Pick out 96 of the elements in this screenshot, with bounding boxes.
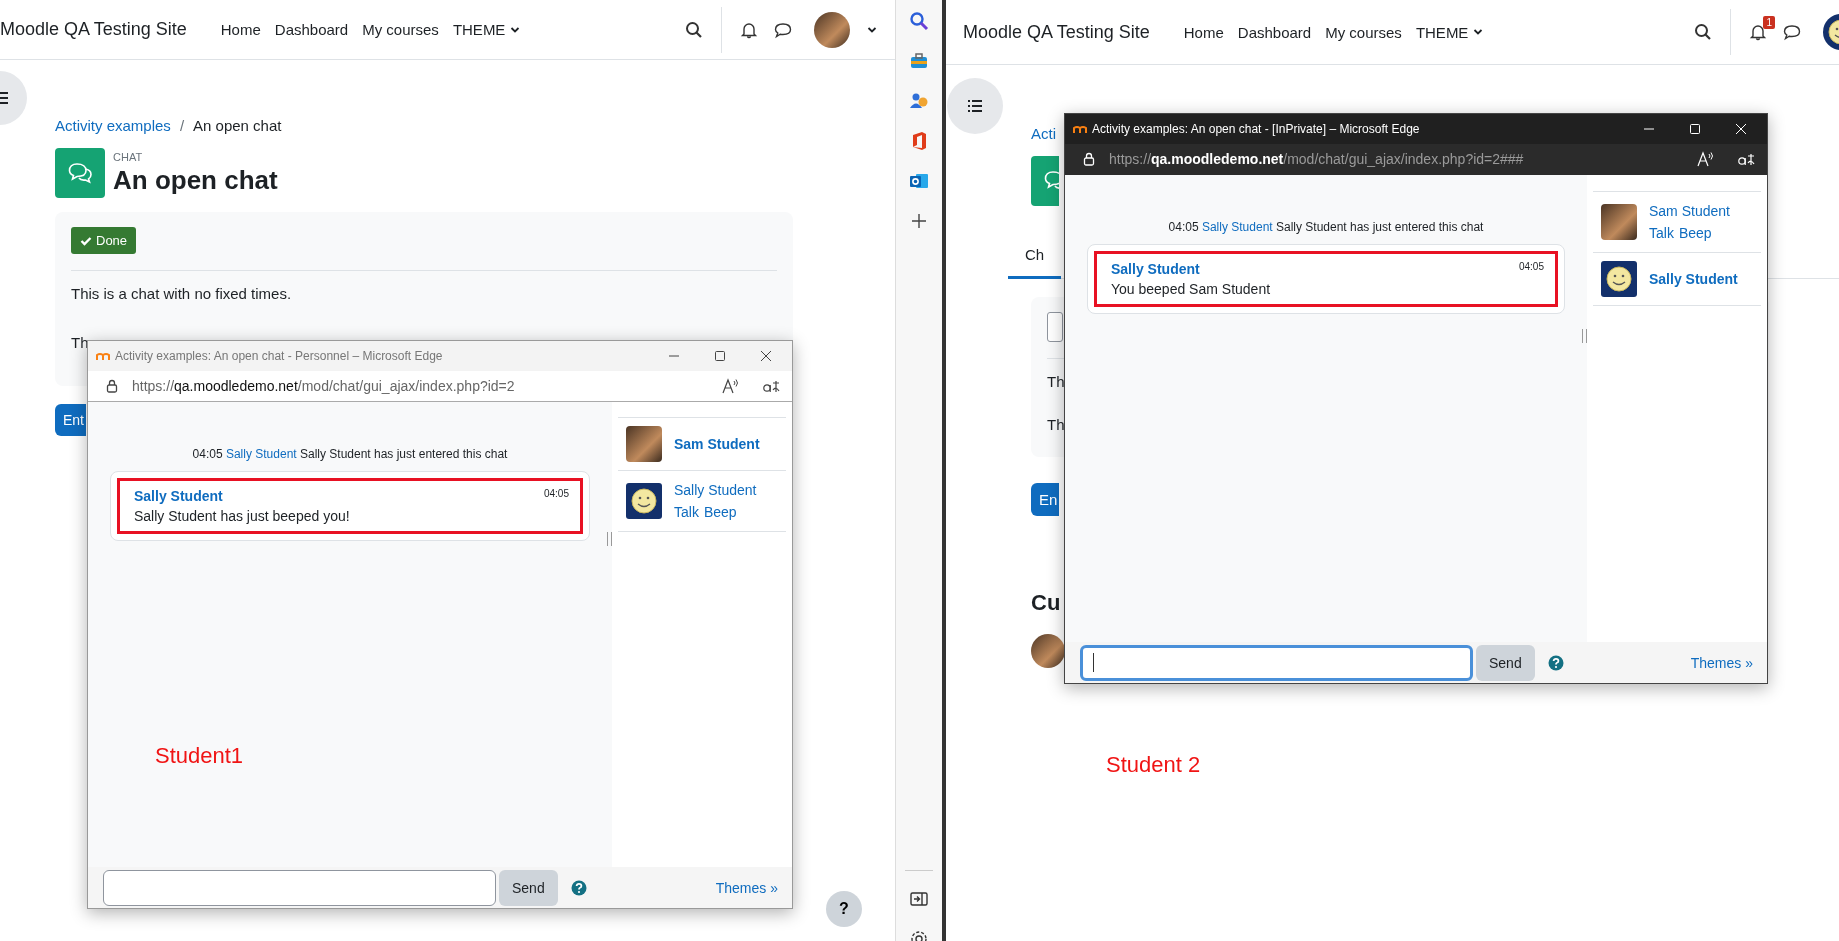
breadcrumb-current: An open chat	[193, 117, 282, 134]
window-title: Activity examples: An open chat - Personnel – Microsoft Edge	[115, 349, 443, 363]
user-action-link[interactable]: Beep	[703, 501, 737, 523]
mail-icon[interactable]	[909, 171, 929, 191]
search-icon[interactable]	[1694, 23, 1712, 41]
message-time: 04:05	[1518, 261, 1544, 272]
lock-icon	[106, 379, 118, 393]
caret-icon	[867, 25, 877, 34]
list-icon	[967, 99, 983, 113]
themes-link[interactable]: Themes »	[715, 879, 778, 896]
maximize-icon[interactable]	[714, 350, 726, 362]
smiley-avatar-icon	[1601, 261, 1637, 297]
translate-icon[interactable]	[762, 378, 780, 394]
nav-link[interactable]: My courses	[362, 21, 439, 38]
section-heading: Cu	[1031, 590, 1062, 616]
close-icon[interactable]	[760, 350, 772, 362]
message-time: 04:05	[543, 488, 569, 499]
chat-tab[interactable]: Ch	[1008, 238, 1062, 279]
nav-link[interactable]: My courses	[1325, 23, 1402, 41]
breadcrumb-link[interactable]: Acti	[1031, 125, 1056, 142]
page-title: An open chat	[113, 165, 278, 196]
description-text: This is a chat with no fixed times.	[71, 285, 293, 302]
read-aloud-icon[interactable]	[1697, 151, 1715, 167]
caret-icon	[510, 25, 521, 34]
search-icon[interactable]	[909, 11, 929, 31]
help-icon[interactable]	[570, 879, 587, 896]
done-button[interactable]: Done	[71, 227, 137, 254]
select-field[interactable]	[1047, 312, 1063, 342]
system-message: 04:05 Sally Student Sally Student has just entered this chat	[1167, 220, 1485, 234]
send-button[interactable]: Send	[499, 869, 558, 906]
message-input-field[interactable]	[1080, 644, 1473, 681]
user-action-link[interactable]: Talk	[674, 501, 699, 523]
breadcrumb-separator: /	[179, 117, 185, 134]
user-action-link[interactable]: Talk	[1649, 222, 1674, 244]
speech-bubble-icon[interactable]	[774, 20, 792, 39]
user-name-link[interactable]: Sally Student	[1649, 271, 1738, 287]
notification-count: 1	[1763, 16, 1775, 29]
description-text: Th	[1047, 416, 1066, 433]
moodle-logo-icon	[96, 351, 110, 361]
message-input-field[interactable]	[103, 869, 496, 906]
user-name-link[interactable]: Sam Student	[674, 436, 760, 452]
nav-link[interactable]: Home	[220, 21, 261, 38]
window-title: Activity examples: An open chat - [InPrivate] – Microsoft Edge	[1092, 122, 1420, 136]
description-text: Th	[1047, 373, 1066, 390]
help-button[interactable]: ?	[826, 891, 862, 927]
user-photo	[1601, 204, 1637, 240]
enter-chat-button[interactable]: Ent	[55, 404, 86, 436]
caret-icon	[1473, 28, 1484, 36]
chat-bubbles-icon	[55, 148, 105, 198]
nav-link[interactable]: THEME	[1415, 23, 1484, 41]
read-aloud-icon[interactable]	[722, 378, 740, 394]
breadcrumb-link[interactable]: Activity examples	[55, 117, 171, 134]
message-text: Sally Student has just beeped you!	[134, 508, 351, 524]
nav-link[interactable]: THEME	[452, 21, 521, 38]
message-text: You beeped Sam Student	[1111, 281, 1272, 297]
translate-icon[interactable]	[1737, 151, 1755, 167]
url-text[interactable]: https://qa.moodledemo.net/mod/chat/gui_ajax/index.php?id=2	[132, 378, 515, 394]
user-photo	[814, 11, 850, 48]
message-sender-link[interactable]: Sally Student	[1111, 261, 1200, 277]
user-link[interactable]: Sally Student	[225, 447, 297, 461]
enter-chat-button[interactable]: En	[1031, 483, 1060, 516]
smiley-avatar-icon	[626, 483, 662, 519]
chat-bubbles-icon	[1031, 156, 1059, 206]
plus-icon[interactable]	[909, 211, 929, 231]
annotation-label: Student 2	[1106, 752, 1201, 778]
panel-icon[interactable]	[909, 889, 929, 909]
user-photo	[1031, 634, 1065, 668]
system-message: 04:05 Sally Student Sally Student has just entered this chat	[191, 447, 509, 461]
user-action-link[interactable]: Beep	[1678, 222, 1712, 244]
nav-link[interactable]: Home	[1183, 23, 1224, 41]
moodle-logo-icon	[1073, 124, 1087, 134]
speech-bubble-icon[interactable]	[1783, 23, 1801, 41]
lock-icon	[1083, 152, 1095, 166]
user-name-link[interactable]: Sam Student	[1649, 203, 1730, 219]
nav-link[interactable]: Dashboard	[274, 21, 349, 38]
site-name-link[interactable]: Moodle QA Testing Site	[0, 19, 187, 40]
annotation-label: Student1	[155, 743, 244, 769]
help-icon[interactable]	[1547, 654, 1564, 671]
url-text[interactable]: https://qa.moodledemo.net/mod/chat/gui_ajax/index.php?id=2###	[1109, 151, 1524, 167]
bell-icon[interactable]	[1749, 23, 1767, 41]
message-sender-link[interactable]: Sally Student	[134, 488, 223, 504]
briefcase-icon[interactable]	[909, 51, 929, 71]
drawer-toggle-button[interactable]	[947, 78, 1003, 134]
site-name-link[interactable]: Moodle QA Testing Site	[963, 21, 1150, 43]
user-name-link[interactable]: Sally Student	[674, 482, 757, 498]
check-icon	[80, 235, 92, 246]
user-link[interactable]: Sally Student	[1201, 220, 1273, 234]
user-photo	[626, 426, 662, 462]
search-icon[interactable]	[685, 20, 703, 39]
text-cursor	[1093, 653, 1094, 672]
send-button[interactable]: Send	[1476, 644, 1535, 681]
bell-icon[interactable]	[740, 20, 758, 39]
people-icon[interactable]	[909, 91, 929, 111]
nav-link[interactable]: Dashboard	[1237, 23, 1312, 41]
themes-link[interactable]: Themes »	[1690, 654, 1753, 671]
module-type-label: CHAT	[113, 151, 144, 163]
